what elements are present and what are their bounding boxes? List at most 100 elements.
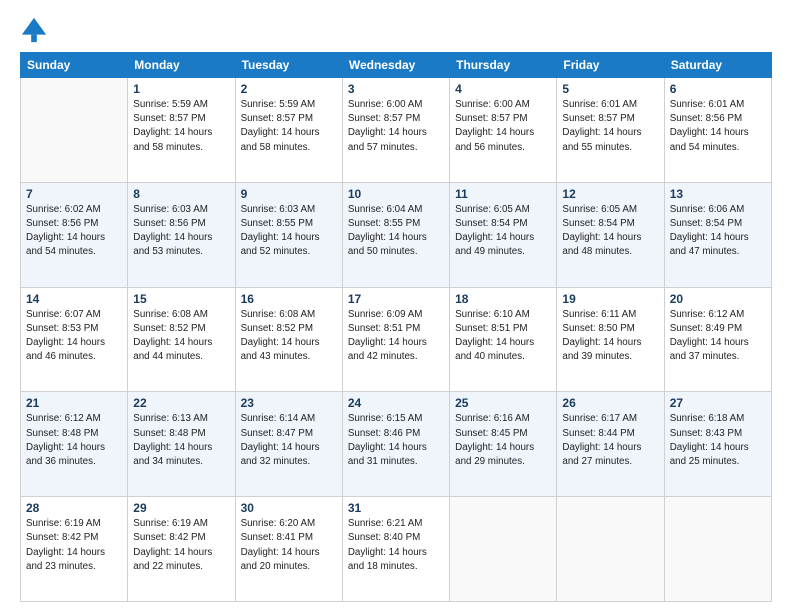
calendar-header-row: SundayMondayTuesdayWednesdayThursdayFrid… [21,53,772,78]
cell-info-text: Sunrise: 6:14 AMSunset: 8:47 PMDaylight:… [241,412,337,469]
logo-icon [20,16,48,44]
cell-day-number: 31 [348,501,444,515]
cell-info-text: Sunrise: 5:59 AMSunset: 8:57 PMDaylight:… [133,98,229,155]
cell-info-text: Sunrise: 6:00 AMSunset: 8:57 PMDaylight:… [348,98,444,155]
cell-day-number: 8 [133,187,229,201]
cell-info-text: Sunrise: 5:59 AMSunset: 8:57 PMDaylight:… [241,98,337,155]
cell-info-text: Sunrise: 6:01 AMSunset: 8:56 PMDaylight:… [670,98,766,155]
calendar-day-header: Thursday [450,53,557,78]
cell-info-text: Sunrise: 6:19 AMSunset: 8:42 PMDaylight:… [133,517,229,574]
cell-day-number: 14 [26,292,122,306]
calendar-cell: 31Sunrise: 6:21 AMSunset: 8:40 PMDayligh… [342,497,449,602]
calendar-cell: 30Sunrise: 6:20 AMSunset: 8:41 PMDayligh… [235,497,342,602]
calendar-cell: 7 Sunrise: 6:02 AMSunset: 8:56 PMDaylight… [21,182,128,287]
cell-day-number: 29 [133,501,229,515]
cell-day-number: 16 [241,292,337,306]
cell-info-text: Sunrise: 6:09 AMSunset: 8:51 PMDaylight:… [348,308,444,365]
calendar-cell: 24 Sunrise: 6:15 AMSunset: 8:46 PMDayligh… [342,392,449,497]
calendar-day-header: Tuesday [235,53,342,78]
cell-day-number: 27 [670,396,766,410]
calendar-day-header: Wednesday [342,53,449,78]
logo [20,16,52,44]
calendar-week-row: 21 Sunrise: 6:12 AMSunset: 8:48 PMDayligh… [21,392,772,497]
calendar-cell: 19 Sunrise: 6:11 AMSunset: 8:50 PMDayligh… [557,287,664,392]
cell-info-text: Sunrise: 6:13 AMSunset: 8:48 PMDaylight:… [133,412,229,469]
cell-day-number: 24 [348,396,444,410]
calendar-cell: 15 Sunrise: 6:08 AMSunset: 8:52 PMDayligh… [128,287,235,392]
cell-day-number: 20 [670,292,766,306]
calendar-week-row: 7 Sunrise: 6:02 AMSunset: 8:56 PMDaylight… [21,182,772,287]
cell-day-number: 21 [26,396,122,410]
calendar-day-header: Sunday [21,53,128,78]
cell-info-text: Sunrise: 6:08 AMSunset: 8:52 PMDaylight:… [241,308,337,365]
cell-day-number: 15 [133,292,229,306]
cell-info-text: Sunrise: 6:11 AMSunset: 8:50 PMDaylight:… [562,308,658,365]
cell-day-number: 10 [348,187,444,201]
calendar-cell: 3 Sunrise: 6:00 AMSunset: 8:57 PMDaylight… [342,78,449,183]
calendar-cell: 5Sunrise: 6:01 AMSunset: 8:57 PMDaylight… [557,78,664,183]
cell-day-number: 2 [241,82,337,96]
calendar-cell: 23Sunrise: 6:14 AMSunset: 8:47 PMDayligh… [235,392,342,497]
cell-info-text: Sunrise: 6:19 AMSunset: 8:42 PMDaylight:… [26,517,122,574]
cell-day-number: 22 [133,396,229,410]
calendar-cell [664,497,771,602]
cell-day-number: 7 [26,187,122,201]
cell-info-text: Sunrise: 6:05 AMSunset: 8:54 PMDaylight:… [455,203,551,260]
cell-day-number: 9 [241,187,337,201]
cell-info-text: Sunrise: 6:10 AMSunset: 8:51 PMDaylight:… [455,308,551,365]
calendar-day-header: Friday [557,53,664,78]
calendar-cell: 28 Sunrise: 6:19 AMSunset: 8:42 PMDayligh… [21,497,128,602]
cell-day-number: 19 [562,292,658,306]
cell-info-text: Sunrise: 6:18 AMSunset: 8:43 PMDaylight:… [670,412,766,469]
calendar-cell: 16 Sunrise: 6:08 AMSunset: 8:52 PMDayligh… [235,287,342,392]
calendar-cell: 27 Sunrise: 6:18 AMSunset: 8:43 PMDayligh… [664,392,771,497]
calendar-cell: 14 Sunrise: 6:07 AMSunset: 8:53 PMDayligh… [21,287,128,392]
calendar-day-header: Monday [128,53,235,78]
cell-day-number: 6 [670,82,766,96]
cell-day-number: 13 [670,187,766,201]
calendar-cell: 11 Sunrise: 6:05 AMSunset: 8:54 PMDayligh… [450,182,557,287]
calendar-cell [450,497,557,602]
calendar-cell: 18 Sunrise: 6:10 AMSunset: 8:51 PMDayligh… [450,287,557,392]
calendar-week-row: 28 Sunrise: 6:19 AMSunset: 8:42 PMDayligh… [21,497,772,602]
cell-day-number: 28 [26,501,122,515]
cell-day-number: 18 [455,292,551,306]
calendar-cell: 20 Sunrise: 6:12 AMSunset: 8:49 PMDayligh… [664,287,771,392]
cell-info-text: Sunrise: 6:20 AMSunset: 8:41 PMDaylight:… [241,517,337,574]
calendar-cell [21,78,128,183]
calendar-table: SundayMondayTuesdayWednesdayThursdayFrid… [20,52,772,602]
calendar-cell: 10 Sunrise: 6:04 AMSunset: 8:55 PMDayligh… [342,182,449,287]
cell-info-text: Sunrise: 6:12 AMSunset: 8:49 PMDaylight:… [670,308,766,365]
cell-info-text: Sunrise: 6:06 AMSunset: 8:54 PMDaylight:… [670,203,766,260]
cell-info-text: Sunrise: 6:16 AMSunset: 8:45 PMDaylight:… [455,412,551,469]
calendar-week-row: 1Sunrise: 5:59 AMSunset: 8:57 PMDaylight… [21,78,772,183]
cell-day-number: 11 [455,187,551,201]
calendar-day-header: Saturday [664,53,771,78]
calendar-cell: 1Sunrise: 5:59 AMSunset: 8:57 PMDaylight… [128,78,235,183]
cell-info-text: Sunrise: 6:07 AMSunset: 8:53 PMDaylight:… [26,308,122,365]
calendar-cell: 25 Sunrise: 6:16 AMSunset: 8:45 PMDayligh… [450,392,557,497]
cell-day-number: 3 [348,82,444,96]
cell-info-text: Sunrise: 6:12 AMSunset: 8:48 PMDaylight:… [26,412,122,469]
calendar-cell: 22 Sunrise: 6:13 AMSunset: 8:48 PMDayligh… [128,392,235,497]
calendar-cell [557,497,664,602]
cell-info-text: Sunrise: 6:05 AMSunset: 8:54 PMDaylight:… [562,203,658,260]
calendar-cell: 21 Sunrise: 6:12 AMSunset: 8:48 PMDayligh… [21,392,128,497]
cell-info-text: Sunrise: 6:04 AMSunset: 8:55 PMDaylight:… [348,203,444,260]
cell-info-text: Sunrise: 6:03 AMSunset: 8:55 PMDaylight:… [241,203,337,260]
cell-day-number: 12 [562,187,658,201]
calendar-week-row: 14 Sunrise: 6:07 AMSunset: 8:53 PMDayligh… [21,287,772,392]
cell-day-number: 4 [455,82,551,96]
cell-info-text: Sunrise: 6:17 AMSunset: 8:44 PMDaylight:… [562,412,658,469]
cell-info-text: Sunrise: 6:03 AMSunset: 8:56 PMDaylight:… [133,203,229,260]
cell-day-number: 17 [348,292,444,306]
calendar-cell: 6 Sunrise: 6:01 AMSunset: 8:56 PMDaylight… [664,78,771,183]
calendar-cell: 2 Sunrise: 5:59 AMSunset: 8:57 PMDaylight… [235,78,342,183]
cell-day-number: 25 [455,396,551,410]
calendar-cell: 29 Sunrise: 6:19 AMSunset: 8:42 PMDayligh… [128,497,235,602]
cell-info-text: Sunrise: 6:08 AMSunset: 8:52 PMDaylight:… [133,308,229,365]
calendar-cell: 13 Sunrise: 6:06 AMSunset: 8:54 PMDayligh… [664,182,771,287]
calendar-cell: 8 Sunrise: 6:03 AMSunset: 8:56 PMDaylight… [128,182,235,287]
cell-info-text: Sunrise: 6:15 AMSunset: 8:46 PMDaylight:… [348,412,444,469]
cell-info-text: Sunrise: 6:02 AMSunset: 8:56 PMDaylight:… [26,203,122,260]
